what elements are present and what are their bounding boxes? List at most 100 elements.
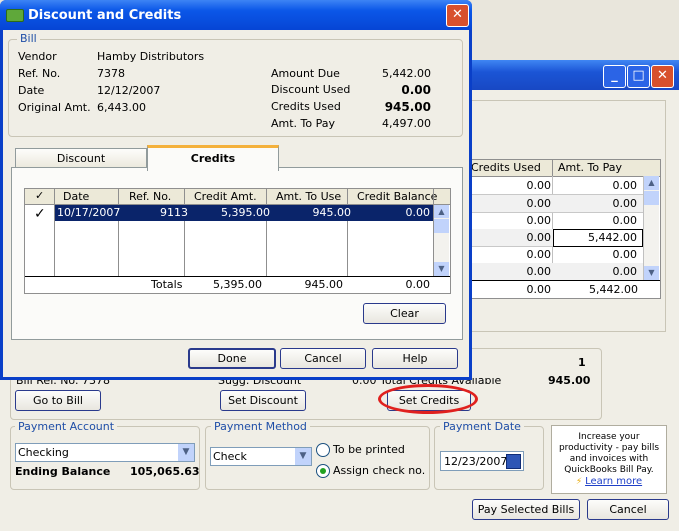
header-amt-to-pay: Amt. To Pay <box>558 161 623 174</box>
cancel-main-label: Cancel <box>609 503 647 516</box>
payment-date-value: 12/23/2007 <box>444 455 508 468</box>
payment-account-value: Checking <box>18 446 69 459</box>
payment-date-input[interactable]: 12/23/2007 <box>440 451 524 471</box>
set-discount-button[interactable]: Set Discount <box>220 390 306 411</box>
table-row[interactable]: 0.00 0.00 <box>467 212 643 230</box>
total-credit-amt: 5,395.00 <box>213 278 262 291</box>
credits-used-value: 945.00 <box>384 100 431 114</box>
cancel-main-button[interactable]: Cancel <box>587 499 669 520</box>
tab-discount[interactable]: Discount <box>15 148 147 168</box>
dialog-close-button[interactable]: ✕ <box>446 4 469 27</box>
chevron-down-icon[interactable]: ▼ <box>178 444 194 461</box>
assign-check-label: Assign check no. <box>333 464 426 477</box>
done-label: Done <box>217 352 247 365</box>
table-row[interactable]: 0.00 0.00 <box>467 177 643 195</box>
highlight-circle <box>378 384 478 414</box>
scroll-down-icon[interactable]: ▼ <box>644 266 659 280</box>
checkmark-icon: ✓ <box>35 189 45 202</box>
table-row[interactable]: 0.00 0.00 <box>467 263 643 281</box>
scroll-up-icon[interactable]: ▲ <box>644 176 659 190</box>
learn-more-link[interactable]: Learn more <box>585 476 642 487</box>
header-ref-no: Ref. No. <box>129 190 172 203</box>
done-button[interactable]: Done <box>188 348 276 369</box>
discount-used-value: 0.00 <box>401 83 431 97</box>
original-amt-value: 6,443.00 <box>97 101 146 114</box>
minimize-button[interactable]: _ <box>603 65 626 88</box>
amt-to-pay-value: 4,497.00 <box>382 117 431 130</box>
amt-to-pay-cell: 0.00 <box>612 265 638 278</box>
credits-used-cell: 0.00 <box>526 197 552 210</box>
scroll-thumb[interactable] <box>434 219 449 233</box>
amount-due-value: 5,442.00 <box>382 67 431 80</box>
set-discount-label: Set Discount <box>228 394 298 407</box>
close-button[interactable]: ✕ <box>651 65 674 88</box>
scroll-thumb[interactable] <box>644 191 659 205</box>
credits-used-cell: 0.00 <box>526 231 552 244</box>
payment-method-select[interactable]: Check ▼ <box>210 447 312 466</box>
clear-button[interactable]: Clear <box>363 303 446 324</box>
discount-credits-dialog: Discount and Credits ✕ Bill Vendor Hamby… <box>0 0 472 380</box>
credits-used-cell: 0.00 <box>526 265 552 278</box>
payment-date-label: Payment Date <box>440 420 524 433</box>
help-label: Help <box>402 352 428 365</box>
amt-to-pay-cell: 0.00 <box>612 179 638 192</box>
total-credits-used: 0.00 <box>526 283 552 296</box>
payment-account-select[interactable]: Checking ▼ <box>15 443 195 462</box>
cancel-dialog-button[interactable]: Cancel <box>280 348 366 369</box>
go-to-bill-button[interactable]: Go to Bill <box>15 390 101 411</box>
tab-discount-label: Discount <box>56 152 106 165</box>
assign-check-radio[interactable] <box>316 464 330 478</box>
header-amt-to-use: Amt. To Use <box>276 190 342 203</box>
total-amt-to-pay: 5,442.00 <box>589 283 638 296</box>
credits-used-label: Credits Used <box>271 100 341 113</box>
tab-credits-label: Credits <box>190 152 236 165</box>
promo-line-1: Increase your <box>578 432 640 442</box>
ending-balance-label: Ending Balance <box>15 465 111 478</box>
credit-date: 10/17/2007 <box>57 206 121 219</box>
promo-line-4: QuickBooks Bill Pay. <box>564 465 654 475</box>
total-amt-to-use: 945.00 <box>304 278 344 291</box>
lightning-icon: ⚡ <box>575 477 583 487</box>
table-row[interactable]: 10/17/2007 9113 5,395.00 945.00 0.00 <box>55 205 433 221</box>
calendar-icon[interactable] <box>506 454 521 469</box>
table-row[interactable]: 0.00 0.00 <box>467 195 643 213</box>
header-credit-balance: Credit Balance <box>357 190 438 203</box>
credits-used-cell: 0.00 <box>526 214 552 227</box>
to-be-printed-radio[interactable] <box>316 443 330 457</box>
credit-count: 1 <box>578 356 586 369</box>
credits-available-value: 945.00 <box>548 374 591 387</box>
credits-table: ✓ Date Ref. No. Credit Amt. Amt. To Use … <box>24 188 451 294</box>
table-row[interactable]: 0.00 0.00 <box>467 246 643 264</box>
vendor-label: Vendor <box>18 50 57 63</box>
amt-to-pay-cell: 0.00 <box>612 214 638 227</box>
pay-selected-bills-label: Pay Selected Bills <box>477 503 575 516</box>
amt-to-pay-label: Amt. To Pay <box>271 117 336 130</box>
chevron-down-icon[interactable]: ▼ <box>295 448 311 465</box>
row-checkmark[interactable]: ✓ <box>34 206 46 222</box>
dialog-titlebar: Discount and Credits ✕ <box>0 0 472 30</box>
table-row[interactable]: 0.00 5,442.00 <box>467 229 643 247</box>
credits-scrollbar[interactable]: ▲ ▼ <box>434 205 449 276</box>
credits-table-header: ✓ Date Ref. No. Credit Amt. Amt. To Use … <box>25 189 450 205</box>
credit-amt-to-use: 945.00 <box>312 206 352 219</box>
scroll-up-icon[interactable]: ▲ <box>434 205 449 218</box>
total-credit-balance: 0.00 <box>405 278 431 291</box>
vendor-value: Hamby Distributors <box>97 50 205 63</box>
ending-balance-value: 105,065.63 <box>130 465 200 478</box>
credit-ref: 9113 <box>160 206 188 219</box>
maximize-button[interactable]: □ <box>627 65 650 88</box>
tab-credits[interactable]: Credits <box>147 145 279 171</box>
ref-value: 7378 <box>97 67 125 80</box>
grid-header: Credits Used Amt. To Pay <box>467 160 660 177</box>
discount-used-label: Discount Used <box>271 83 351 96</box>
scroll-down-icon[interactable]: ▼ <box>434 262 449 276</box>
credit-amt: 5,395.00 <box>221 206 270 219</box>
to-be-printed-label: To be printed <box>333 443 405 456</box>
ref-label: Ref. No. <box>18 67 61 80</box>
pay-selected-bills-button[interactable]: Pay Selected Bills <box>472 499 580 520</box>
credit-balance: 0.00 <box>405 206 431 219</box>
promo-line-3: and invoices with <box>569 454 649 464</box>
header-credit-amt: Credit Amt. <box>194 190 257 203</box>
grid-scrollbar[interactable]: ▲ ▼ <box>644 176 659 280</box>
help-button[interactable]: Help <box>372 348 458 369</box>
